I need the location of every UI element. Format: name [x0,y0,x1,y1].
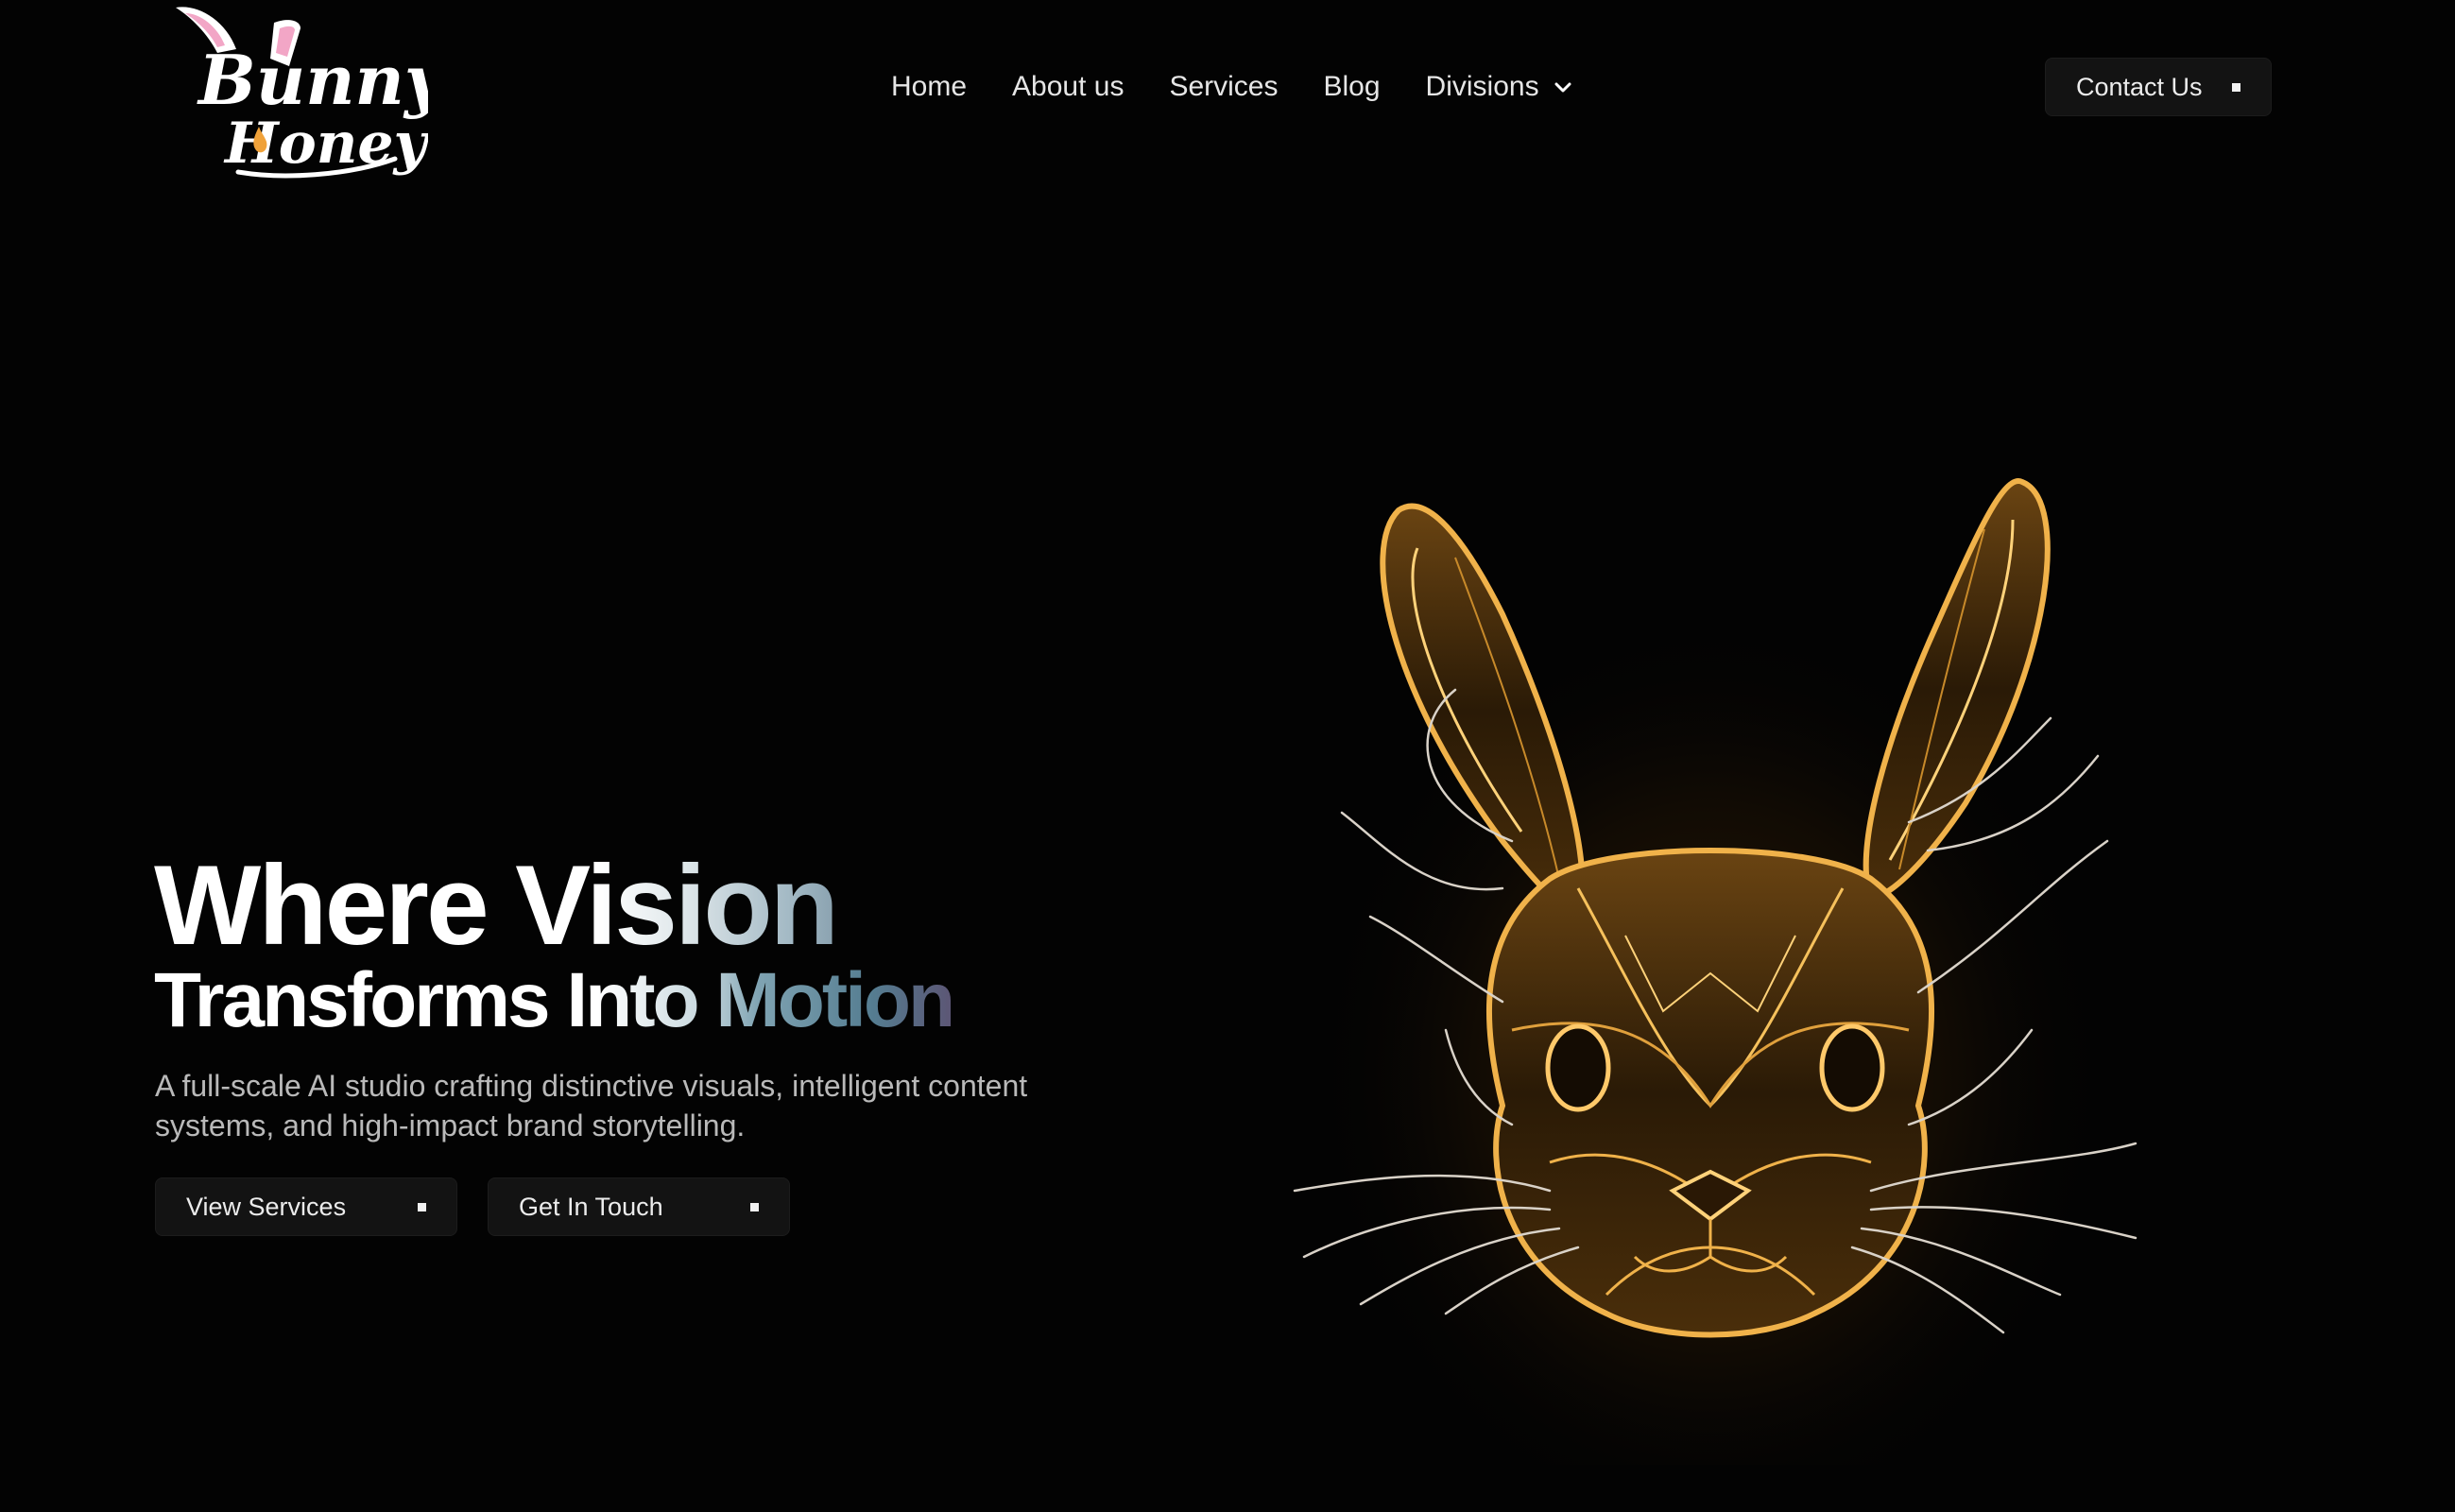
logo[interactable]: Bunny Honey [159,0,428,184]
page: Bunny Honey Home About us Services Blog … [0,0,2455,1512]
bunny-honey-logo-image: Bunny Honey [176,7,428,179]
square-bullet-icon [418,1202,426,1211]
nav-services-label: Services [1169,71,1279,102]
view-services-label: View Services [186,1192,347,1221]
contact-us-label: Contact Us [2076,72,2203,101]
main-nav: Home About us Services Blog Divisions [891,59,1573,115]
logo-text-bunny: Bunny [197,40,428,120]
get-in-touch-label: Get In Touch [519,1192,663,1221]
nav-home[interactable]: Home [891,71,967,103]
hero-title-line1: Where Vision [154,842,839,969]
hero-illustration [1266,444,2155,1465]
golden-rabbit-head-image [1266,444,2155,1465]
nav-home-label: Home [891,71,968,102]
nav-divisions-label: Divisions [1425,71,1539,102]
nav-blog[interactable]: Blog [1324,71,1381,103]
nav-about-us-label: About us [1012,71,1124,102]
square-bullet-icon [2232,82,2240,92]
hero-subtitle: A full-scale AI studio crafting distinct… [155,1069,1028,1143]
nav-about-us[interactable]: About us [1012,71,1124,103]
hero-title-line2: Transforms Into Motion [154,957,955,1043]
nav-services[interactable]: Services [1169,71,1278,103]
view-services-button[interactable]: View Services [155,1177,457,1236]
get-in-touch-button[interactable]: Get In Touch [488,1177,790,1236]
nav-divisions-dropdown[interactable]: Divisions [1426,71,1573,103]
contact-us-button[interactable]: Contact Us [2045,58,2272,116]
chevron-down-icon [1554,82,1571,93]
square-bullet-icon [750,1202,759,1211]
nav-blog-label: Blog [1323,71,1381,102]
